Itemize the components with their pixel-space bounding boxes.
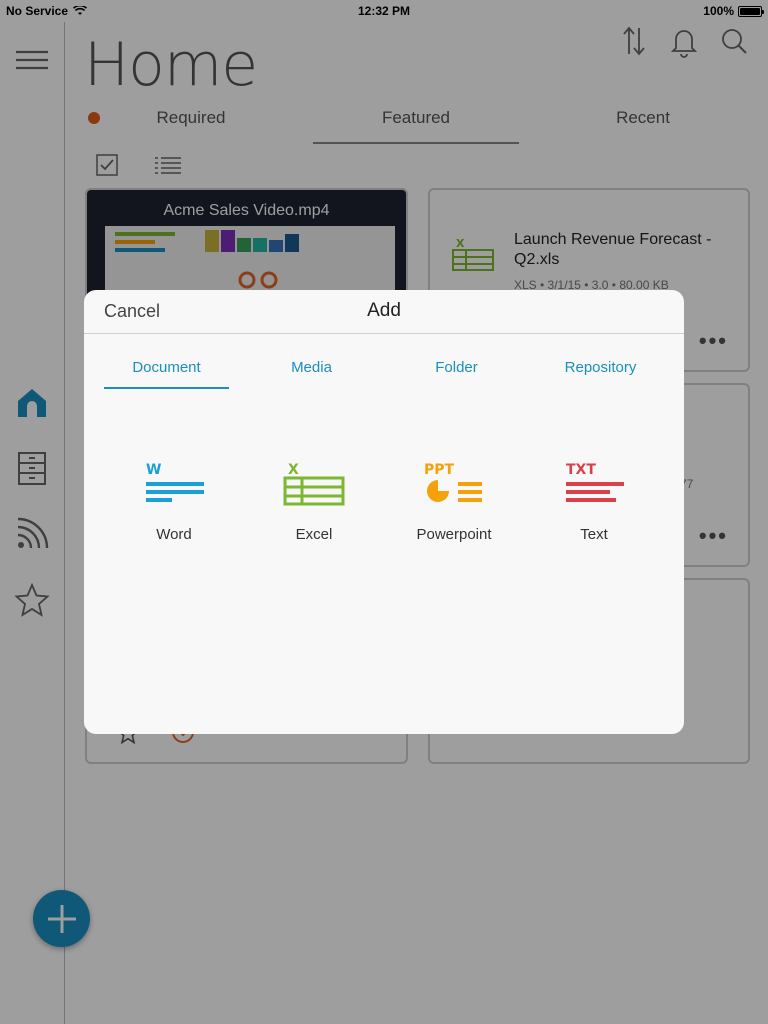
text-badge: TXT [566, 462, 596, 478]
word-icon: W [146, 462, 204, 502]
word-label: Word [156, 526, 192, 543]
word-option[interactable]: W Word [124, 460, 224, 543]
excel-badge: X [288, 462, 299, 478]
modal-header: Cancel Add [84, 290, 684, 334]
powerpoint-option[interactable]: PPT Powerpoint [404, 460, 504, 543]
powerpoint-label: Powerpoint [416, 526, 492, 543]
text-icon: TXT [566, 462, 624, 502]
excel-icon: X [283, 462, 345, 506]
word-badge: W [146, 462, 161, 478]
text-label: Text [580, 526, 608, 543]
tab-media[interactable]: Media [249, 359, 374, 376]
powerpoint-icon: PPT [424, 462, 482, 502]
powerpoint-badge: PPT [424, 462, 455, 478]
tab-folder[interactable]: Folder [394, 359, 519, 376]
tab-repository[interactable]: Repository [538, 359, 663, 376]
tab-document[interactable]: Document [104, 359, 229, 389]
add-modal: Cancel Add Document Media Folder Reposit… [84, 290, 684, 734]
text-option[interactable]: TXT Text [544, 460, 644, 543]
excel-label: Excel [295, 526, 333, 543]
modal-title: Add [367, 300, 401, 321]
excel-option[interactable]: X Excel [264, 460, 364, 543]
